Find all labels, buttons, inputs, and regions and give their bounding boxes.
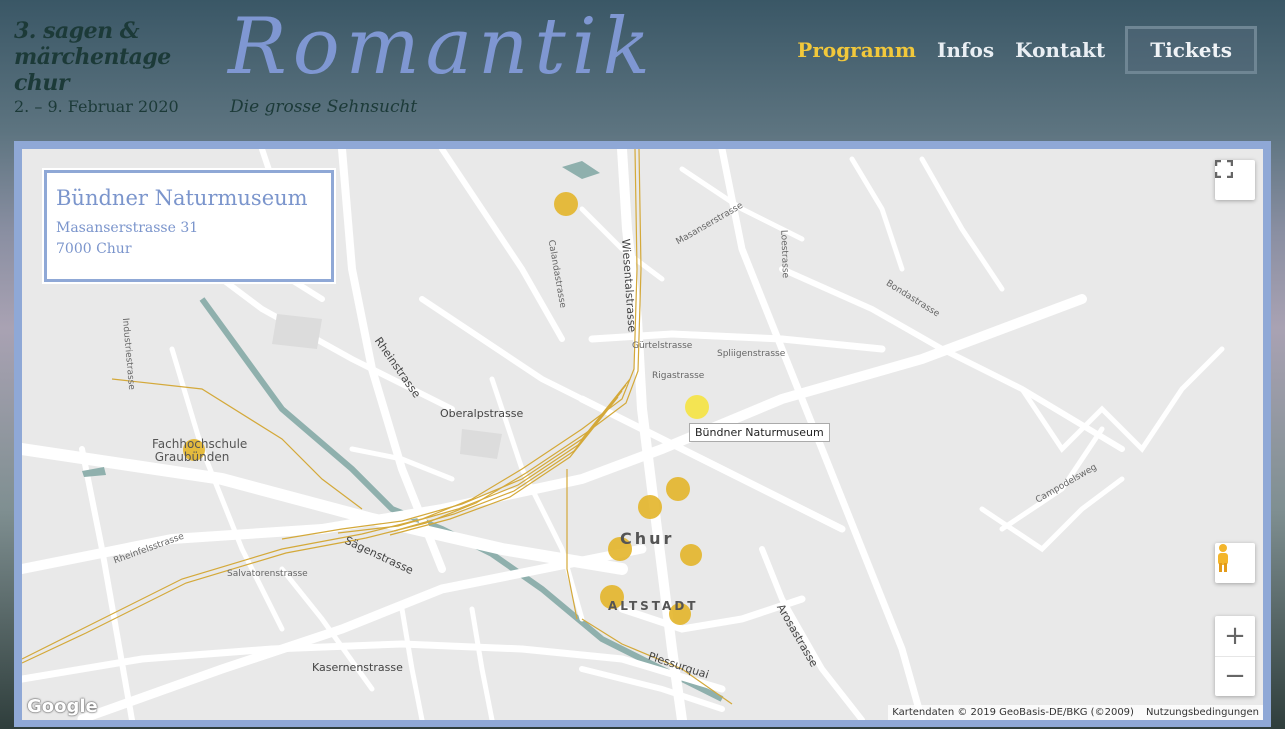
nav-programm[interactable]: Programm xyxy=(797,38,916,62)
google-logo[interactable]: Google xyxy=(27,696,98,717)
event-marker[interactable] xyxy=(666,477,690,501)
tickets-button[interactable]: Tickets xyxy=(1125,26,1257,74)
fullscreen-button[interactable] xyxy=(1215,160,1255,200)
street-label: Rigastrasse xyxy=(652,371,705,381)
street-label: Oberalpstrasse xyxy=(440,407,524,420)
street-label: Loestrasse xyxy=(778,229,790,279)
logo-subtitle: Die grosse Sehnsucht xyxy=(230,97,418,117)
festival-line-2: märchentage xyxy=(14,44,171,70)
map-frame: Gürtelstrasse Oberalpstrasse Rheinstrass… xyxy=(14,141,1271,727)
street-label: Gürtelstrasse xyxy=(632,341,693,351)
block xyxy=(460,429,502,459)
selected-event-marker[interactable] xyxy=(685,395,709,419)
fullscreen-icon xyxy=(1215,160,1233,178)
event-marker[interactable] xyxy=(638,495,662,519)
block xyxy=(272,314,322,349)
venue-address: Masanserstrasse 31 7000 Chur xyxy=(56,218,198,260)
festival-name[interactable]: 3. sagen & märchentage chur xyxy=(14,18,171,96)
park xyxy=(562,161,600,179)
event-marker[interactable] xyxy=(680,544,702,566)
street-label: Spliigenstrasse xyxy=(717,349,786,359)
pegman-icon xyxy=(1218,544,1228,572)
street-label: Salvatorenstrasse xyxy=(227,569,308,579)
street-label: Kasernenstrasse xyxy=(312,661,403,674)
zoom-out-button[interactable]: − xyxy=(1215,657,1255,697)
festival-dates: 2. – 9. Februar 2020 xyxy=(14,97,179,116)
zoom-in-button[interactable]: + xyxy=(1215,616,1255,657)
terms-link[interactable]: Nutzungsbedingungen xyxy=(1146,707,1259,718)
venue-info-card: Bündner Naturmuseum Masanserstrasse 31 7… xyxy=(44,170,334,282)
city-label: Chur xyxy=(620,529,675,548)
site-header: 3. sagen & märchentage chur 2. – 9. Febr… xyxy=(0,0,1285,140)
festival-line-3: chur xyxy=(14,70,69,96)
attribution-text: Kartendaten © 2019 GeoBasis-DE/BKG (©200… xyxy=(892,707,1134,718)
map-attribution: Kartendaten © 2019 GeoBasis-DE/BKG (©200… xyxy=(888,705,1263,720)
poi-label: Fachhochschule Graubünden xyxy=(152,437,248,464)
festival-line-1: 3. sagen & xyxy=(14,18,140,44)
map-canvas[interactable]: Gürtelstrasse Oberalpstrasse Rheinstrass… xyxy=(22,149,1263,720)
venue-name: Bündner Naturmuseum xyxy=(56,186,308,210)
zoom-control: + − xyxy=(1215,616,1255,696)
main-nav: Programm Infos Kontakt Tickets xyxy=(776,26,1257,74)
logo-title[interactable]: Romantik xyxy=(228,2,656,92)
venue-street: Masanserstrasse 31 xyxy=(56,220,199,236)
district-label: ALTSTADT xyxy=(608,599,699,613)
marker-tooltip: Bündner Naturmuseum xyxy=(689,423,830,442)
nav-infos[interactable]: Infos xyxy=(937,38,994,62)
street-view-button[interactable] xyxy=(1215,543,1255,583)
event-marker[interactable] xyxy=(554,192,578,216)
nav-kontakt[interactable]: Kontakt xyxy=(1015,38,1105,62)
venue-city: 7000 Chur xyxy=(56,241,132,257)
